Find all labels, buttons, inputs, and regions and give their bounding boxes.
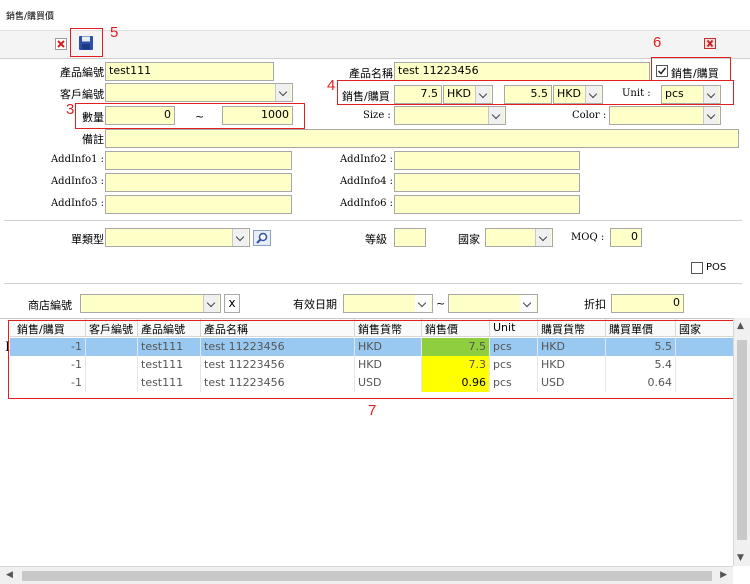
remark-label: 備註 — [82, 133, 104, 146]
close-icon[interactable] — [704, 38, 716, 49]
pos-label: POS — [706, 262, 727, 273]
vertical-scrollbar[interactable]: ▲ ▼ — [733, 318, 750, 566]
addinfo3-label: AddInfo3 : — [50, 176, 104, 187]
sale-currency-value: HKD — [447, 87, 471, 100]
product-code-input[interactable]: test111 — [105, 62, 274, 81]
addinfo3-input[interactable] — [105, 173, 292, 192]
scroll-down-icon[interactable]: ▼ — [737, 553, 744, 563]
shop-code-select[interactable] — [80, 294, 221, 313]
moq-label: MOQ : — [571, 232, 605, 243]
sale-purchase-checkbox-label: 銷售/購買 — [671, 67, 719, 80]
chevron-down-icon[interactable] — [475, 86, 491, 103]
window-title: 銷售/購買價 — [6, 12, 55, 22]
sale-currency-select[interactable]: HKD — [443, 85, 493, 104]
chevron-down-icon[interactable] — [232, 229, 248, 246]
size-label: Size : — [363, 110, 391, 121]
price-label: 銷售/購買 — [342, 90, 390, 103]
annotation-7: 7 — [368, 402, 377, 419]
addinfo1-input[interactable] — [105, 151, 292, 170]
annotation-box-5 — [70, 28, 103, 57]
unit-label: Unit : — [622, 88, 651, 99]
purchase-price-input[interactable]: 5.5 — [504, 85, 552, 104]
divider — [4, 283, 742, 284]
valid-date-label: 有效日期 — [293, 298, 337, 311]
unit-value: pcs — [665, 87, 684, 100]
customer-code-select[interactable] — [105, 83, 293, 102]
scroll-left-icon[interactable]: ◀ — [6, 570, 13, 580]
scrollbar-thumb[interactable] — [22, 571, 712, 581]
chevron-down-icon[interactable] — [585, 86, 601, 103]
addinfo6-label: AddInfo6 : — [339, 198, 393, 209]
horizontal-scrollbar[interactable]: ◀ ▶ — [0, 566, 733, 584]
search-icon[interactable] — [253, 230, 271, 246]
annotation-3: 3 — [66, 101, 75, 118]
divider — [4, 220, 742, 221]
addinfo4-label: AddInfo4 : — [339, 176, 393, 187]
quantity-tilde: ~ — [195, 110, 205, 123]
addinfo4-input[interactable] — [394, 173, 580, 192]
annotation-box-7 — [8, 320, 737, 399]
shop-code-label: 商店編號 — [28, 299, 72, 312]
addinfo1-label: AddInfo1 : — [50, 154, 104, 165]
valid-date-from[interactable] — [343, 294, 433, 313]
chevron-down-icon[interactable] — [520, 295, 536, 312]
addinfo6-input[interactable] — [394, 195, 580, 214]
unit-select[interactable]: pcs — [661, 85, 721, 104]
annotation-6: 6 — [653, 34, 662, 51]
addinfo5-input[interactable] — [105, 195, 292, 214]
scroll-right-icon[interactable]: ▶ — [720, 570, 727, 580]
product-code-label: 產品編號 — [60, 66, 104, 79]
size-select[interactable] — [394, 106, 506, 125]
purchase-currency-value: HKD — [557, 87, 581, 100]
product-name-input[interactable]: test 11223456 — [394, 62, 650, 81]
country-select[interactable] — [485, 228, 553, 247]
color-label: Color : — [572, 110, 607, 121]
chevron-down-icon[interactable] — [488, 107, 504, 124]
discount-input[interactable]: 0 — [611, 294, 684, 313]
grade-input[interactable] — [394, 228, 426, 247]
chevron-down-icon[interactable] — [203, 295, 219, 312]
grade-label: 等級 — [365, 233, 387, 246]
sale-purchase-checkbox[interactable] — [656, 65, 668, 77]
addinfo2-input[interactable] — [394, 151, 580, 170]
doc-type-select[interactable] — [105, 228, 250, 247]
pos-checkbox[interactable] — [691, 262, 703, 274]
chevron-down-icon[interactable] — [535, 229, 551, 246]
sale-price-input[interactable]: 7.5 — [394, 85, 442, 104]
chevron-down-icon[interactable] — [415, 295, 431, 312]
shop-clear-button[interactable]: x — [224, 294, 240, 313]
discount-label: 折扣 — [584, 298, 606, 311]
addinfo5-label: AddInfo5 : — [50, 198, 104, 209]
chevron-down-icon[interactable] — [703, 107, 719, 124]
country-label: 國家 — [458, 233, 480, 246]
product-name-label: 產品名稱 — [349, 67, 393, 80]
quantity-to-input[interactable]: 1000 — [222, 106, 293, 125]
date-tilde: ~ — [436, 297, 446, 310]
addinfo2-label: AddInfo2 : — [339, 154, 393, 165]
chevron-down-icon[interactable] — [703, 86, 719, 103]
color-select[interactable] — [609, 106, 721, 125]
remark-input[interactable] — [105, 129, 739, 148]
moq-input[interactable]: 0 — [610, 228, 642, 247]
quantity-from-input[interactable]: 0 — [105, 106, 175, 125]
cancel-icon[interactable] — [55, 38, 67, 50]
chevron-down-icon[interactable] — [275, 84, 291, 101]
annotation-4: 4 — [327, 77, 336, 94]
valid-date-to[interactable] — [448, 294, 538, 313]
quantity-label: 數量 — [82, 111, 104, 124]
annotation-5: 5 — [110, 24, 119, 41]
customer-code-label: 客戶編號 — [60, 88, 104, 101]
doc-type-label: 單類型 — [71, 233, 104, 246]
scroll-up-icon[interactable]: ▲ — [737, 321, 744, 331]
purchase-currency-select[interactable]: HKD — [553, 85, 603, 104]
scrollbar-thumb[interactable] — [737, 340, 747, 540]
